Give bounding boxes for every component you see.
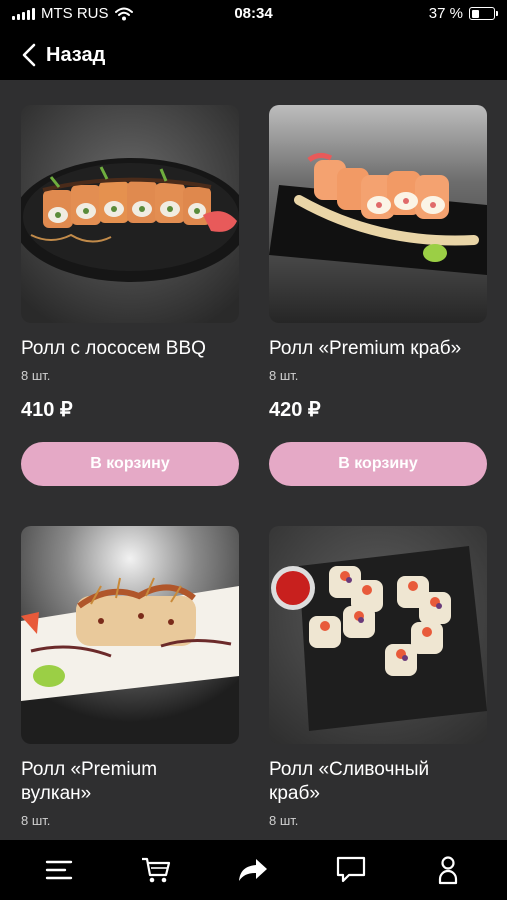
battery-icon bbox=[469, 7, 498, 20]
product-quantity: 8 шт. bbox=[269, 813, 299, 828]
battery-percent: 37 % bbox=[428, 5, 463, 22]
premium-crab-roll-photo[interactable] bbox=[269, 105, 487, 323]
product-grid: Ролл с лососем BBQ 8 шт. 410 ₽ В корзину bbox=[21, 105, 487, 828]
tab-chat[interactable] bbox=[326, 850, 376, 890]
product-quantity: 8 шт. bbox=[21, 368, 51, 383]
tab-profile[interactable] bbox=[423, 850, 473, 890]
tab-share[interactable] bbox=[228, 850, 278, 890]
product-price: 410 ₽ bbox=[21, 399, 73, 421]
back-label: Назад bbox=[46, 43, 106, 66]
product-title[interactable]: Ролл с лососем BBQ bbox=[21, 337, 239, 361]
chat-icon bbox=[336, 856, 365, 883]
product-card[interactable]: Ролл «Premium вулкан» 8 шт. bbox=[21, 526, 239, 828]
creamy-crab-roll-photo[interactable] bbox=[269, 526, 487, 744]
product-list[interactable]: Ролл с лососем BBQ 8 шт. 410 ₽ В корзину bbox=[0, 80, 507, 840]
premium-volcano-roll-photo[interactable] bbox=[21, 526, 239, 744]
product-card[interactable]: Ролл «Сливочный краб» 8 шт. bbox=[269, 526, 487, 828]
salmon-bbq-roll-photo[interactable] bbox=[21, 105, 239, 323]
chevron-left-icon bbox=[22, 43, 36, 67]
tab-cart[interactable] bbox=[131, 850, 181, 890]
back-button[interactable]: Назад bbox=[22, 38, 105, 72]
profile-icon bbox=[439, 856, 458, 885]
battery-fill bbox=[471, 9, 480, 18]
product-title[interactable]: Ролл «Сливочный краб» bbox=[269, 758, 487, 806]
add-to-cart-button[interactable]: В корзину bbox=[21, 442, 239, 486]
cart-icon bbox=[142, 857, 171, 883]
product-card[interactable]: Ролл «Premium краб» 8 шт. 420 ₽ В корзин… bbox=[269, 105, 487, 486]
product-card[interactable]: Ролл с лососем BBQ 8 шт. 410 ₽ В корзину bbox=[21, 105, 239, 486]
nav-bar: Назад bbox=[0, 30, 507, 80]
share-icon bbox=[239, 859, 268, 881]
product-price: 420 ₽ bbox=[269, 399, 321, 421]
product-title[interactable]: Ролл «Premium вулкан» bbox=[21, 758, 239, 806]
product-title[interactable]: Ролл «Premium краб» bbox=[269, 337, 487, 361]
status-right: 37 % bbox=[428, 5, 498, 22]
product-quantity: 8 шт. bbox=[21, 813, 51, 828]
add-to-cart-button[interactable]: В корзину bbox=[269, 442, 487, 486]
menu-icon bbox=[45, 860, 72, 880]
tab-menu[interactable] bbox=[34, 850, 84, 890]
tab-bar bbox=[0, 840, 507, 900]
product-quantity: 8 шт. bbox=[269, 368, 299, 383]
status-bar: MTS RUS 08:34 37 % bbox=[0, 0, 507, 30]
